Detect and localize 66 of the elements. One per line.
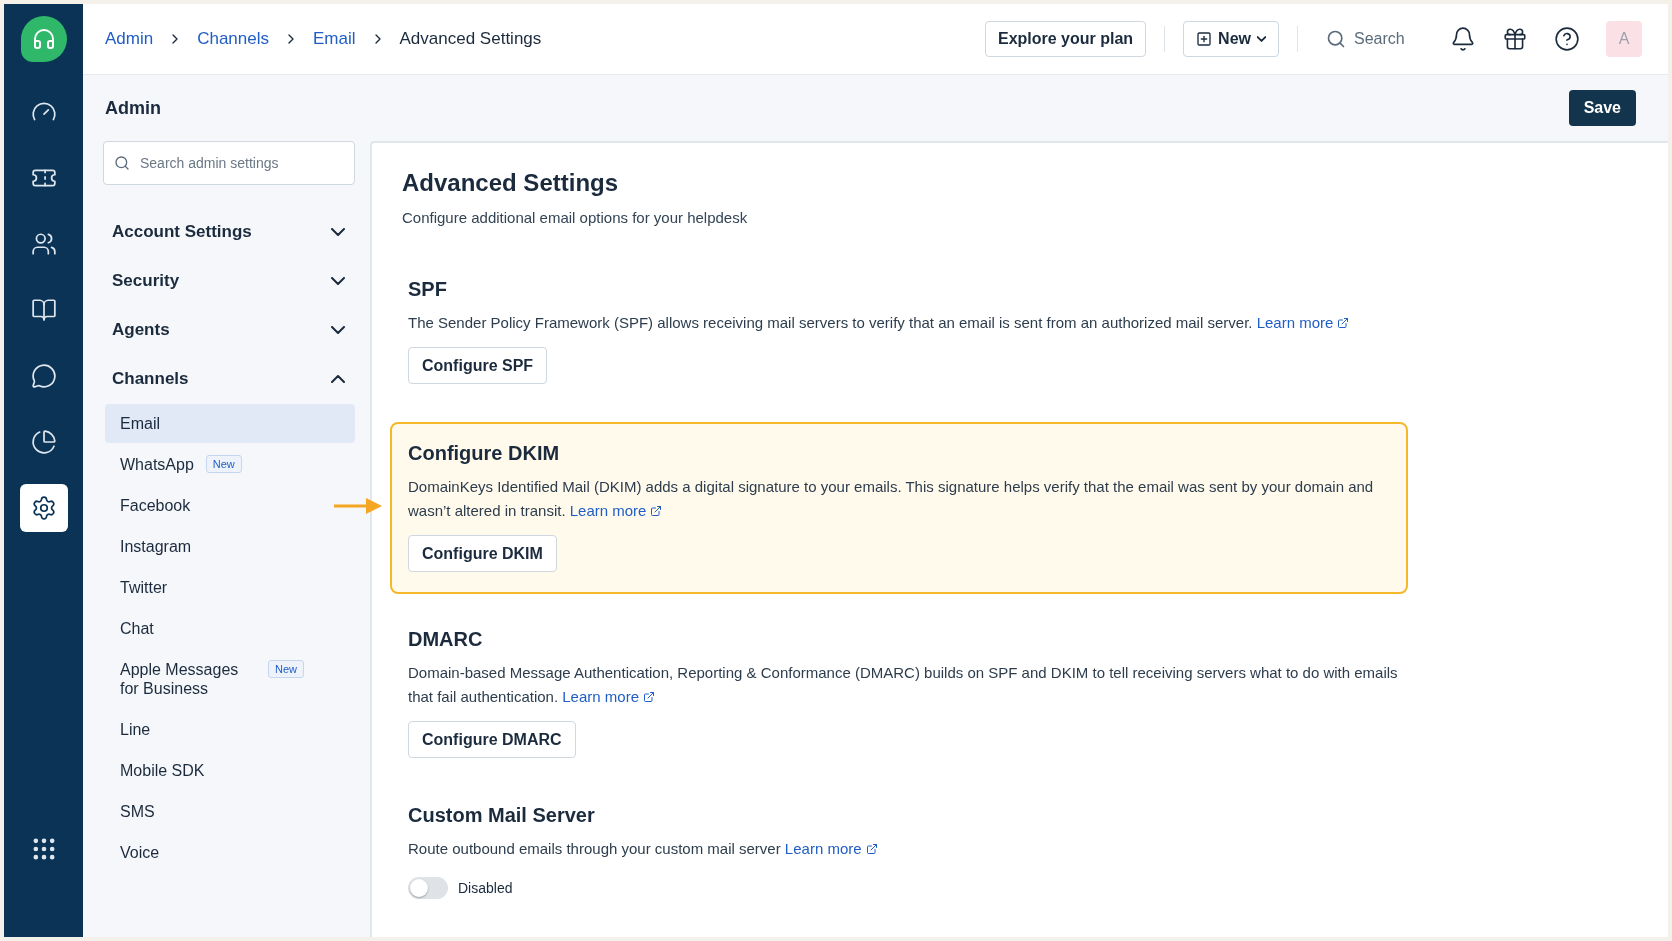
nav-item[interactable]: Mobile SDK [105, 751, 355, 790]
setting-title: DMARC [408, 628, 484, 651]
nav-section[interactable]: Security [103, 256, 355, 305]
settings-icon[interactable] [19, 484, 68, 532]
external-link-icon [865, 843, 878, 855]
explore-plan-button[interactable]: Explore your plan [984, 21, 1147, 57]
app-logo[interactable] [20, 16, 67, 62]
external-link-icon [650, 505, 663, 517]
chevron-down-icon [331, 276, 345, 285]
nav-item[interactable]: Facebook [105, 486, 355, 525]
chevron-down-icon [331, 325, 345, 334]
setting-description: DomainKeys Identified Mail (DKIM) adds a digital signature to your emails. This signature helps verify that the email was sent by your domain and wasn’t altered in transit. Learn more [408, 475, 1390, 523]
new-button[interactable]: New [1183, 21, 1279, 57]
new-badge: New [268, 660, 304, 678]
nav-section[interactable]: Agents [103, 305, 355, 354]
learn-more-link[interactable]: Learn more [1256, 311, 1350, 335]
breadcrumb-link[interactable]: Channels [197, 29, 269, 49]
learn-more-link[interactable]: Learn more [569, 499, 663, 523]
page-title: Admin [105, 97, 161, 119]
chevron-down-icon [331, 227, 345, 236]
section-subtitle: Configure additional email options for your helpdesk [402, 209, 749, 226]
nav-section[interactable]: Channels [103, 354, 355, 403]
toggle-label: Disabled [458, 880, 513, 896]
breadcrumb-current: Advanced Settings [399, 29, 542, 49]
nav-item[interactable]: Email [105, 404, 355, 443]
search-icon [1326, 29, 1346, 49]
external-link-icon [643, 691, 655, 703]
configure-button[interactable]: Configure DMARC [408, 721, 576, 758]
setting-description: Domain-based Message Authentication, Reporting & Conformance (DMARC) builds on SPF and DKIM to tell receiving servers what to do with emails that fail authentication. Learn more [408, 661, 1414, 709]
configure-button[interactable]: Configure DKIM [408, 535, 557, 572]
nav-section[interactable]: Account Settings [103, 207, 355, 256]
search-field[interactable]: Search admin settings [103, 141, 355, 185]
search-icon [114, 155, 130, 171]
breadcrumb-link[interactable]: Admin [105, 29, 154, 49]
learn-more-link[interactable]: Learn more [784, 837, 878, 861]
bell-icon[interactable] [1450, 26, 1476, 52]
caret-icon [1257, 36, 1266, 42]
setting-description: Route outbound emails through your custom mail server Learn more [408, 837, 1414, 861]
nav-item[interactable]: Twitter [105, 568, 355, 607]
pointer-arrow [334, 496, 382, 516]
help-icon[interactable] [1554, 26, 1580, 52]
section-title: Advanced Settings [402, 169, 620, 197]
setting-title: Custom Mail Server [408, 804, 596, 827]
nav-item-label: WhatsApp [120, 455, 194, 475]
toggle-switch[interactable] [408, 877, 448, 899]
gift-icon[interactable] [1502, 26, 1528, 52]
plus-square-icon [1196, 31, 1213, 47]
nav-item-label: Apple Messages for Business [120, 660, 240, 699]
nav-item[interactable]: Chat [105, 609, 355, 648]
nav-item[interactable]: Line [105, 710, 355, 749]
new-badge: New [205, 455, 242, 473]
save-button[interactable]: Save [1568, 90, 1636, 126]
nav-item[interactable]: Instagram [105, 527, 355, 566]
nav-item[interactable]: SMS [105, 792, 355, 831]
external-link-icon [1337, 317, 1350, 329]
chevron-up-icon [331, 374, 345, 383]
setting-title: Configure DKIM [408, 442, 561, 465]
learn-more-link[interactable]: Learn more [562, 685, 655, 709]
nav-item[interactable]: Voice [105, 833, 355, 872]
nav-item[interactable]: Apple Messages for Business New [105, 650, 355, 708]
setting-description: The Sender Policy Framework (SPF) allows receiving mail servers to verify that an email is sent from an authorized mail server. Learn more [408, 311, 1414, 335]
setting-title: SPF [408, 278, 448, 301]
breadcrumb-link[interactable]: Email [313, 29, 356, 49]
nav-item[interactable]: WhatsApp New [105, 445, 355, 484]
configure-button[interactable]: Configure SPF [408, 347, 548, 384]
search-field[interactable]: Search [1326, 24, 1426, 54]
